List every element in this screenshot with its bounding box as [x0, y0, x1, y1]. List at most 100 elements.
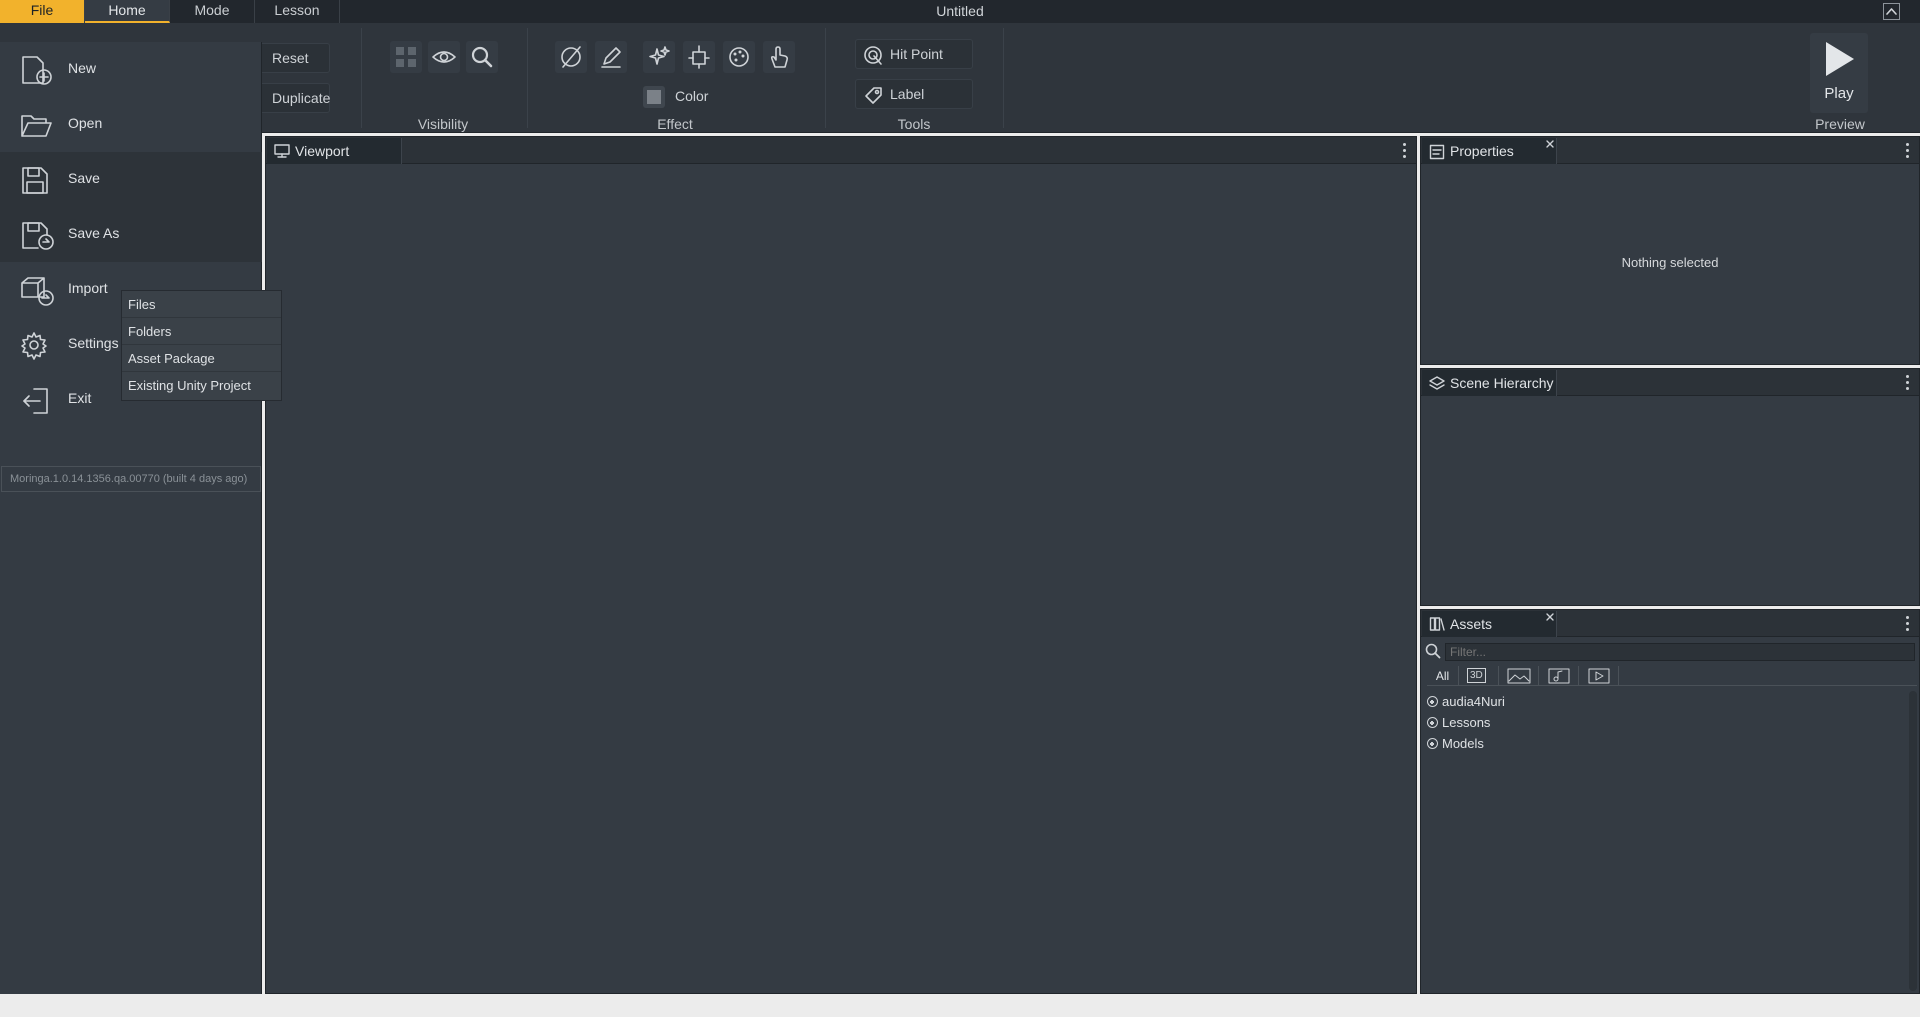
visibility-group-label: Visibility	[417, 116, 469, 132]
tab-scene-hierarchy[interactable]: Scene Hierarchy	[1422, 370, 1557, 396]
folder-open-icon	[21, 115, 52, 137]
properties-title: Properties	[1450, 143, 1514, 159]
new-file-icon	[22, 56, 52, 85]
divider	[361, 28, 362, 128]
scene-hierarchy-header: Scene Hierarchy	[1421, 369, 1919, 396]
type-tab-3d[interactable]: 3D	[1459, 666, 1499, 686]
chevron-up-icon	[1886, 8, 1897, 15]
material-button[interactable]	[723, 41, 755, 73]
scene-hierarchy-panel: Scene Hierarchy	[1420, 368, 1920, 606]
play-label: Play	[1824, 85, 1854, 102]
asset-type-bar: All 3D	[1427, 666, 1917, 686]
no-draw-icon	[561, 46, 581, 68]
pen-icon	[601, 47, 621, 68]
close-icon[interactable]	[1545, 139, 1555, 149]
submenu-item-folders[interactable]: Folders	[122, 318, 281, 345]
viewport-header: Viewport	[266, 137, 1416, 164]
color-swatch-fill	[647, 90, 661, 104]
tab-viewport[interactable]: Viewport	[267, 138, 402, 164]
scene-hierarchy-menu-button[interactable]	[1906, 375, 1910, 393]
close-icon[interactable]	[1545, 612, 1555, 622]
tab-properties[interactable]: Properties	[1422, 138, 1557, 164]
submenu-item-asset-package[interactable]: Asset Package	[122, 345, 281, 372]
cube-transform-icon	[688, 45, 710, 69]
focus-search-button[interactable]	[466, 41, 498, 73]
tab-home[interactable]: Home	[85, 0, 170, 23]
expand-icon[interactable]	[1427, 717, 1438, 728]
assets-scrollbar[interactable]	[1909, 691, 1917, 991]
tag-icon	[865, 87, 882, 104]
type-tab-video[interactable]	[1579, 666, 1619, 686]
submenu-item-files[interactable]: Files	[122, 291, 281, 318]
expand-icon[interactable]	[1427, 738, 1438, 749]
scene-hierarchy-title: Scene Hierarchy	[1450, 375, 1554, 391]
menu-item-label: Settings	[68, 335, 119, 351]
tree-item[interactable]: audia4Nuri	[1427, 691, 1505, 712]
tree-item-label: audia4Nuri	[1442, 694, 1505, 709]
no-draw-button[interactable]	[555, 41, 587, 73]
tree-item-label: Models	[1442, 736, 1484, 751]
assets-filter-input[interactable]	[1445, 643, 1915, 661]
grid-icon	[396, 47, 416, 67]
palette-icon	[729, 47, 749, 67]
menu-item-save[interactable]: Save	[0, 152, 262, 207]
transform-button[interactable]	[683, 41, 715, 73]
type-tab-all[interactable]: All	[1427, 666, 1459, 686]
color-swatch[interactable]	[643, 86, 665, 108]
viewport-panel[interactable]: Viewport	[265, 136, 1417, 994]
color-label: Color	[675, 88, 709, 104]
duplicate-label: Duplicate	[272, 90, 331, 106]
menu-item-new[interactable]: New	[0, 42, 262, 97]
tree-item[interactable]: Lessons	[1427, 712, 1490, 733]
hand-icon	[770, 46, 789, 68]
assets-body: All 3D audia4Nuri Lessons Models	[1421, 637, 1919, 993]
grid-toggle-button[interactable]	[390, 41, 422, 73]
search-icon	[471, 46, 493, 68]
tab-lesson[interactable]: Lesson	[255, 0, 340, 23]
document-title: Untitled	[936, 3, 984, 19]
play-button[interactable]: Play	[1810, 33, 1868, 113]
visibility-toggle-button[interactable]	[428, 41, 460, 73]
divider	[825, 28, 826, 128]
assets-icon	[1429, 617, 1445, 631]
divider	[527, 28, 528, 128]
menu-item-label: Open	[68, 115, 103, 131]
menu-item-label: Save As	[68, 225, 120, 241]
expand-icon[interactable]	[1427, 696, 1438, 707]
music-icon	[1548, 668, 1570, 684]
submenu-item-unity-project[interactable]: Existing Unity Project	[122, 372, 281, 399]
menu-item-open[interactable]: Open	[0, 97, 262, 152]
viewport-title: Viewport	[295, 143, 350, 159]
sparkle-button[interactable]	[643, 41, 675, 73]
properties-menu-button[interactable]	[1906, 143, 1910, 161]
tree-item[interactable]: Models	[1427, 733, 1484, 754]
highlight-button[interactable]	[595, 41, 627, 73]
tab-mode[interactable]: Mode	[170, 0, 255, 23]
tab-file[interactable]: File	[0, 0, 85, 23]
properties-panel: Properties Nothing selected	[1420, 136, 1920, 365]
play-icon	[1826, 42, 1854, 76]
label-button[interactable]: Label	[855, 79, 973, 109]
hit-point-label: Hit Point	[890, 46, 943, 62]
type-tab-audio[interactable]	[1539, 666, 1579, 686]
nothing-selected-text: Nothing selected	[1621, 255, 1719, 270]
title-bar: File Home Mode Lesson Untitled	[0, 0, 1920, 23]
interact-button[interactable]	[763, 41, 795, 73]
menu-item-label: Save	[68, 170, 100, 186]
layers-icon	[1429, 376, 1445, 390]
assets-title: Assets	[1450, 616, 1493, 632]
monitor-icon	[274, 144, 290, 158]
label-button-label: Label	[890, 86, 925, 102]
assets-panel: Assets All 3D	[1420, 609, 1920, 994]
assets-menu-button[interactable]	[1906, 616, 1910, 634]
effect-group-label: Effect	[657, 116, 693, 132]
exit-icon	[23, 388, 48, 414]
collapse-ribbon-button[interactable]	[1883, 3, 1900, 20]
tab-assets[interactable]: Assets	[1422, 611, 1557, 637]
menu-item-save-as[interactable]: Save As	[0, 207, 262, 262]
image-icon	[1507, 668, 1531, 684]
preview-group-label: Preview	[1815, 116, 1865, 132]
hit-point-button[interactable]: Hit Point	[855, 39, 973, 69]
viewport-menu-button[interactable]	[1403, 143, 1407, 161]
type-tab-image[interactable]	[1499, 666, 1539, 686]
